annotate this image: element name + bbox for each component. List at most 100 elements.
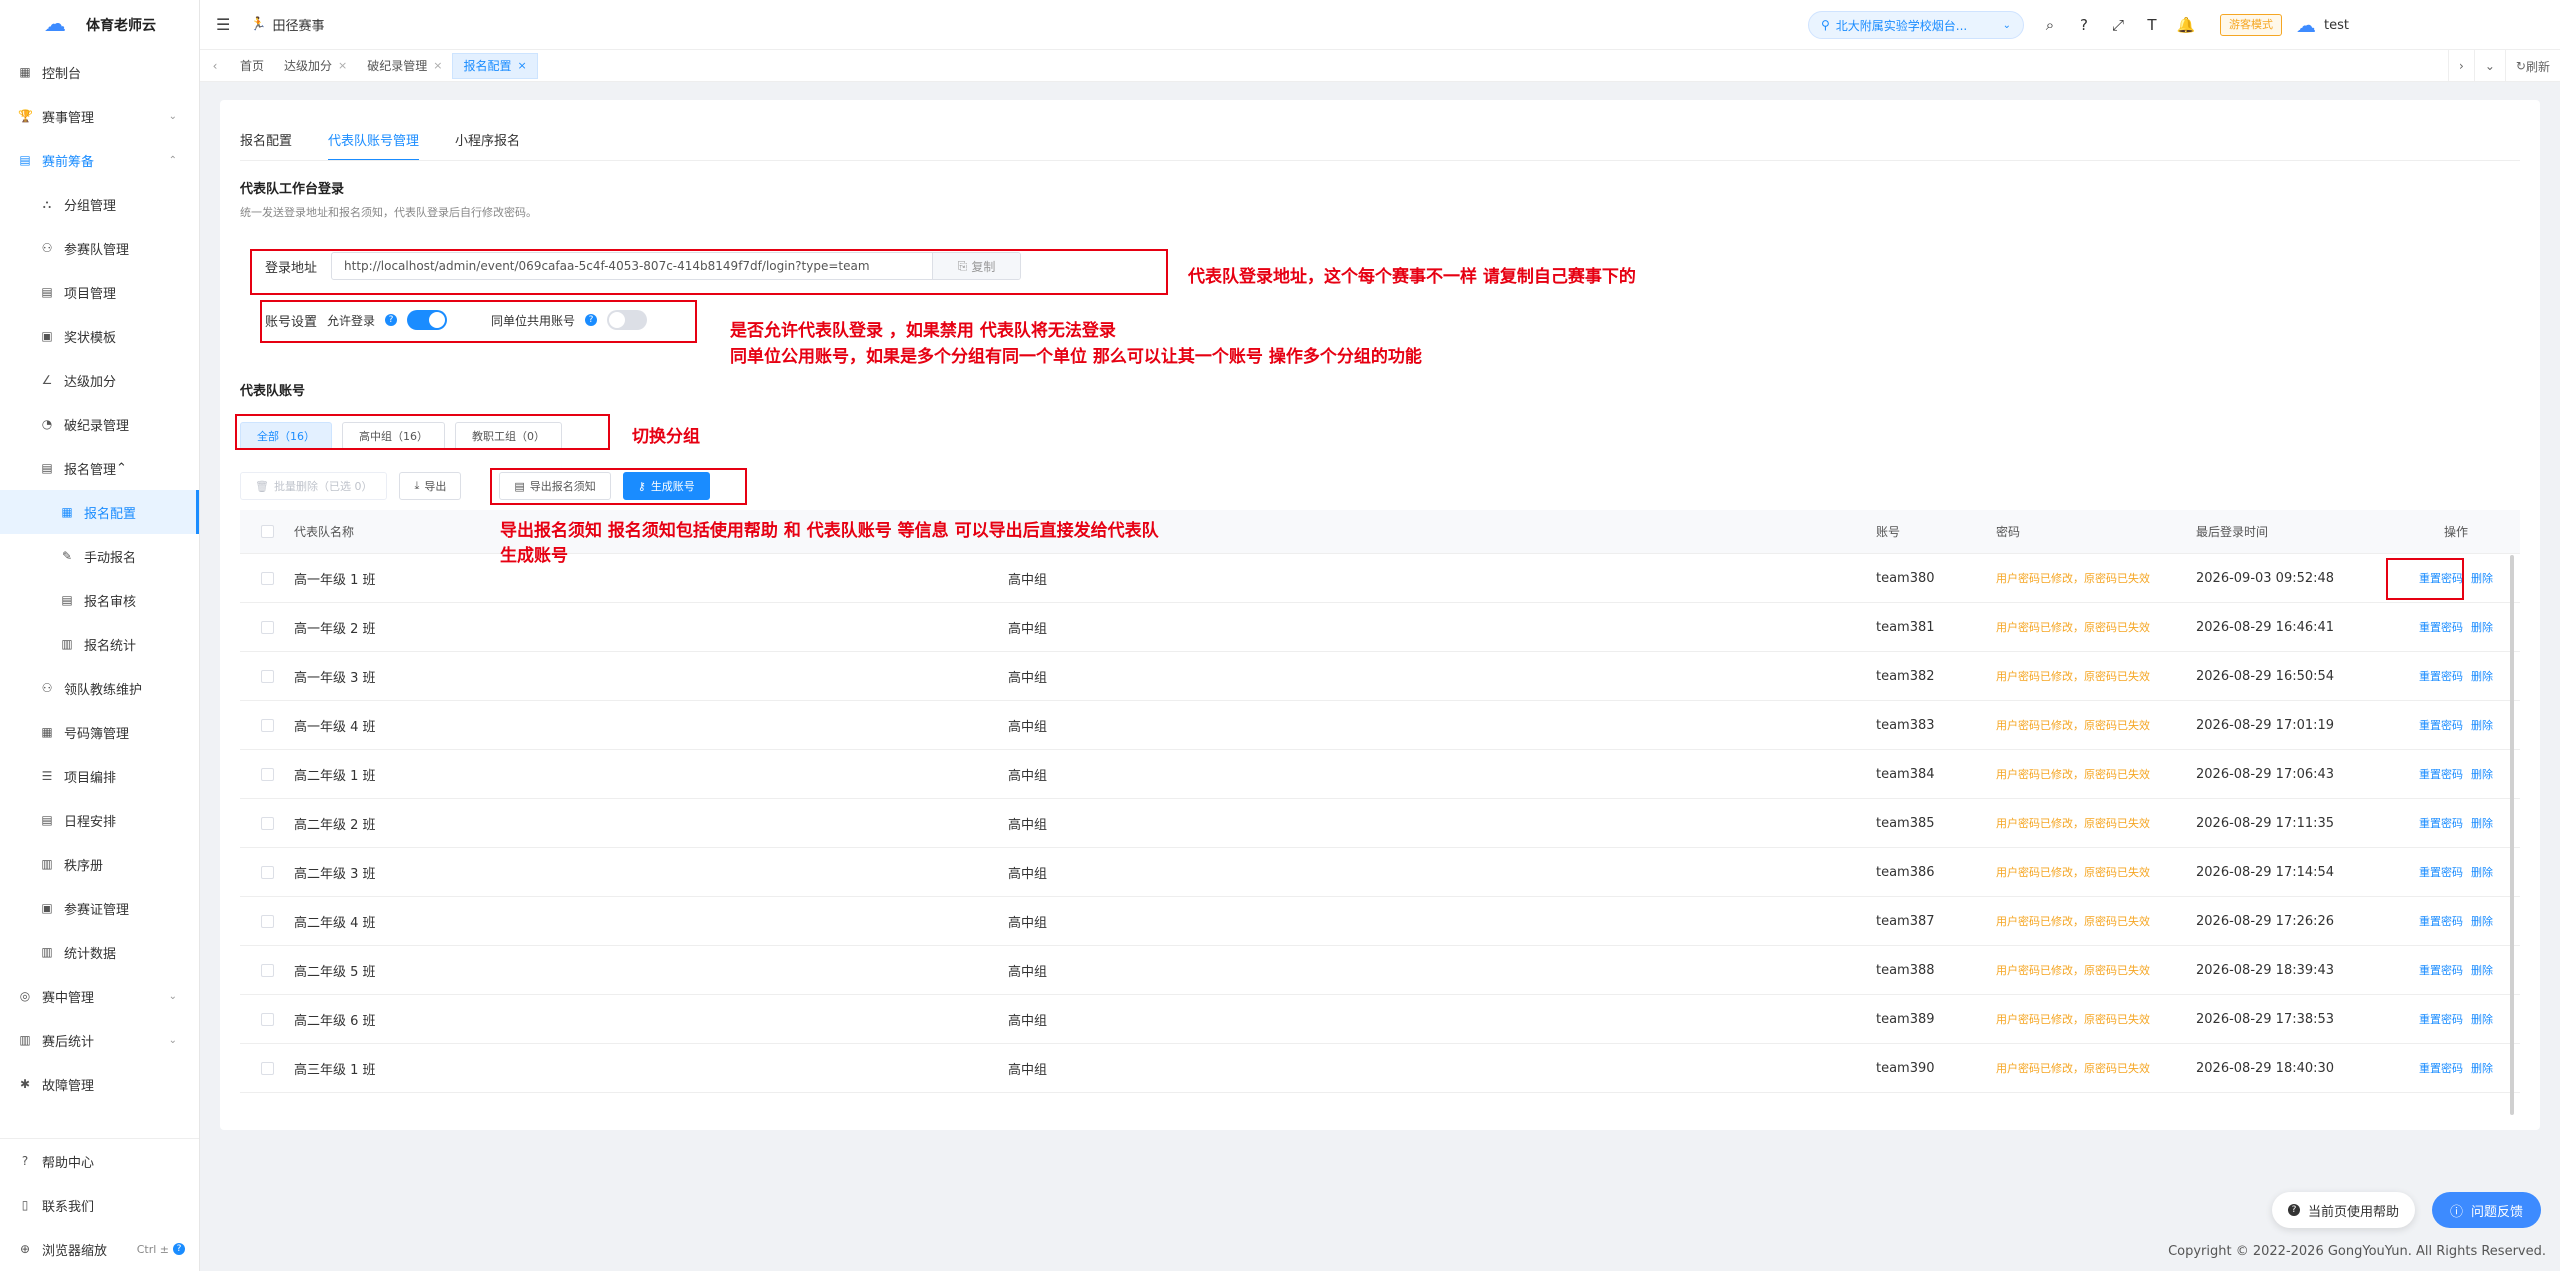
row-checkbox-box[interactable] bbox=[260, 1061, 274, 1075]
reset-password-link[interactable]: 重置密码 bbox=[2419, 621, 2463, 634]
row-checkbox-box[interactable] bbox=[260, 620, 274, 634]
sidebar-item-18[interactable]: ▥ 秩序册 bbox=[0, 842, 199, 886]
close-icon[interactable]: × bbox=[433, 59, 442, 72]
reset-password-link[interactable]: 重置密码 bbox=[2419, 964, 2463, 977]
tab-signup-config[interactable]: 报名配置 × bbox=[452, 52, 538, 79]
reset-password-link[interactable]: 重置密码 bbox=[2419, 670, 2463, 683]
row-checkbox-box[interactable] bbox=[260, 767, 274, 781]
help-circle-icon[interactable]: ? bbox=[2074, 16, 2094, 34]
reset-password-link[interactable]: 重置密码 bbox=[2419, 1013, 2463, 1026]
sidebar-item-0[interactable]: ▦ 控制台 bbox=[0, 50, 199, 94]
delete-link[interactable]: 删除 bbox=[2471, 719, 2493, 732]
delete-link[interactable]: 删除 bbox=[2471, 768, 2493, 781]
contact-us-link[interactable]: ▯ 联系我们 bbox=[0, 1183, 199, 1227]
sidebar-item-4[interactable]: ⚇ 参赛队管理 bbox=[0, 226, 199, 270]
close-icon[interactable]: × bbox=[518, 59, 527, 72]
sidebar-item-5[interactable]: ▤ 项目管理 bbox=[0, 270, 199, 314]
browser-zoom-item[interactable]: ⊕ 浏览器缩放 Ctrl ± ? bbox=[0, 1227, 199, 1271]
reset-password-link[interactable]: 重置密码 bbox=[2419, 866, 2463, 879]
user-menu[interactable]: ☁ test bbox=[2296, 0, 2349, 50]
reset-password-link[interactable]: 重置密码 bbox=[2419, 719, 2463, 732]
app-logo[interactable]: ☁ 体育老师云 bbox=[0, 0, 199, 50]
export-button[interactable]: ⤓ 导出 bbox=[399, 472, 462, 500]
tab-grade-bonus[interactable]: 达级加分 × bbox=[274, 53, 357, 79]
delete-link[interactable]: 删除 bbox=[2471, 964, 2493, 977]
close-icon[interactable]: × bbox=[338, 59, 347, 72]
sidebar-item-14[interactable]: ⚇ 领队教练维护 bbox=[0, 666, 199, 710]
row-checkbox-box[interactable] bbox=[260, 914, 274, 928]
chevron-right-icon[interactable]: › bbox=[2448, 50, 2474, 82]
sidebar-item-17[interactable]: ▤ 日程安排 bbox=[0, 798, 199, 842]
sidebar-item-22[interactable]: ▥ 赛后统计 ⌄ bbox=[0, 1018, 199, 1062]
reset-password-link[interactable]: 重置密码 bbox=[2419, 817, 2463, 830]
last-login-time: 2026-08-29 17:14:54 bbox=[2196, 864, 2335, 880]
sidebar-item-15[interactable]: ▦ 号码簿管理 bbox=[0, 710, 199, 754]
feedback-button[interactable]: ⓘ 问题反馈 bbox=[2432, 1192, 2542, 1228]
refresh-button[interactable]: ↻ 刷新 bbox=[2504, 50, 2560, 82]
row-checkbox-box[interactable] bbox=[260, 816, 274, 830]
batch-delete-button[interactable]: 🗑 批量删除（已选 0） bbox=[240, 472, 388, 500]
row-checkbox-box[interactable] bbox=[260, 718, 274, 732]
workbench-desc: 统一发送登录地址和报名须知，代表队登录后自行修改密码。 bbox=[240, 206, 537, 219]
table-row: 高一年级 1 班 高中组 team380 用户密码已修改，原密码已失效 2026-09-… bbox=[240, 554, 2520, 603]
sidebar-item-16[interactable]: ☰ 项目编排 bbox=[0, 754, 199, 798]
tab-signup-config-inner[interactable]: 报名配置 bbox=[240, 130, 292, 161]
table-scrollbar[interactable] bbox=[2510, 555, 2514, 1115]
delete-link[interactable]: 删除 bbox=[2471, 572, 2493, 585]
search-icon[interactable]: ⌕ bbox=[2040, 16, 2060, 34]
delete-link[interactable]: 删除 bbox=[2471, 915, 2493, 928]
tab-home[interactable]: 首页 bbox=[230, 53, 274, 79]
refresh-icon: ↻ bbox=[2515, 59, 2526, 73]
school-selector[interactable]: ⚲ 北大附属实验学校烟台... ⌄ bbox=[1808, 11, 2024, 39]
sidebar-item-8[interactable]: ◔ 破纪录管理 bbox=[0, 402, 199, 446]
tab-team-accounts[interactable]: 代表队账号管理 bbox=[328, 130, 420, 161]
tab-record-mgmt[interactable]: 破纪录管理 × bbox=[357, 53, 452, 79]
sidebar-item-1[interactable]: 🏆 赛事管理 ⌄ bbox=[0, 94, 199, 138]
reset-password-link[interactable]: 重置密码 bbox=[2419, 915, 2463, 928]
delete-link[interactable]: 删除 bbox=[2471, 1013, 2493, 1026]
sidebar-item-20[interactable]: ▥ 统计数据 bbox=[0, 930, 199, 974]
bell-icon[interactable]: 🔔 bbox=[2176, 16, 2196, 34]
sidebar-item-2[interactable]: ▤ 赛前筹备 ⌃ bbox=[0, 138, 199, 182]
sidebar-item-6[interactable]: ▣ 奖状模板 bbox=[0, 314, 199, 358]
sidebar-item-3[interactable]: ⛬ 分组管理 bbox=[0, 182, 199, 226]
sidebar-item-12[interactable]: ▤ 报名审核 bbox=[0, 578, 199, 622]
row-checkbox-box[interactable] bbox=[260, 669, 274, 683]
table-row: 高二年级 2 班 高中组 team385 用户密码已修改，原密码已失效 2026-08-… bbox=[240, 799, 2520, 848]
row-checkbox-box[interactable] bbox=[260, 571, 274, 585]
delete-link[interactable]: 删除 bbox=[2471, 866, 2493, 879]
delete-link[interactable]: 删除 bbox=[2471, 670, 2493, 683]
sidebar-item-7[interactable]: ∠ 达级加分 bbox=[0, 358, 199, 402]
account-id: team380 bbox=[1876, 570, 1935, 586]
page-help-button[interactable]: ? 当前页使用帮助 bbox=[2272, 1192, 2416, 1228]
account-id: team388 bbox=[1876, 962, 1935, 978]
chevron-left-icon[interactable]: ‹ bbox=[200, 59, 230, 73]
fullscreen-icon[interactable]: ⤢ bbox=[2108, 16, 2128, 34]
annotation-settings-2: 同单位公用账号，如果是多个分组有同一个单位 那么可以让其一个账号 操作多个分组的… bbox=[730, 347, 1422, 367]
sidebar-item-13[interactable]: ▥ 报名统计 bbox=[0, 622, 199, 666]
chevron-up-icon: ⌃ bbox=[116, 460, 127, 476]
row-checkbox-box[interactable] bbox=[260, 865, 274, 879]
password-status: 用户密码已修改，原密码已失效 bbox=[1996, 964, 2150, 977]
reset-password-link[interactable]: 重置密码 bbox=[2419, 768, 2463, 781]
row-checkbox-box[interactable] bbox=[260, 963, 274, 977]
team-group: 高中组 bbox=[1008, 572, 1048, 588]
sidebar-item-11[interactable]: ✎ 手动报名 bbox=[0, 534, 199, 578]
sidebar-item-19[interactable]: ▣ 参赛证管理 bbox=[0, 886, 199, 930]
select-all-checkbox[interactable] bbox=[260, 525, 274, 538]
tab-miniprogram-signup[interactable]: 小程序报名 bbox=[455, 130, 520, 161]
sidebar-item-10[interactable]: ▦ 报名配置 bbox=[0, 490, 199, 534]
reset-password-link[interactable]: 重置密码 bbox=[2419, 1062, 2463, 1075]
help-center-link[interactable]: ? 帮助中心 bbox=[0, 1139, 199, 1183]
sidebar-item-23[interactable]: ✱ 故障管理 bbox=[0, 1062, 199, 1106]
row-checkbox-box[interactable] bbox=[260, 1012, 274, 1026]
delete-link[interactable]: 删除 bbox=[2471, 1062, 2493, 1075]
header-title: 🏃 田径赛事 bbox=[250, 17, 325, 34]
menu-toggle-icon[interactable]: ☰ bbox=[216, 15, 230, 34]
delete-link[interactable]: 删除 bbox=[2471, 817, 2493, 830]
delete-link[interactable]: 删除 bbox=[2471, 621, 2493, 634]
font-size-icon[interactable]: T bbox=[2142, 16, 2162, 34]
sidebar-item-21[interactable]: ◎ 赛中管理 ⌄ bbox=[0, 974, 199, 1018]
sidebar-item-9[interactable]: ▤ 报名管理 ⌃ bbox=[0, 446, 199, 490]
chevron-down-icon[interactable]: ⌄ bbox=[2473, 50, 2505, 82]
